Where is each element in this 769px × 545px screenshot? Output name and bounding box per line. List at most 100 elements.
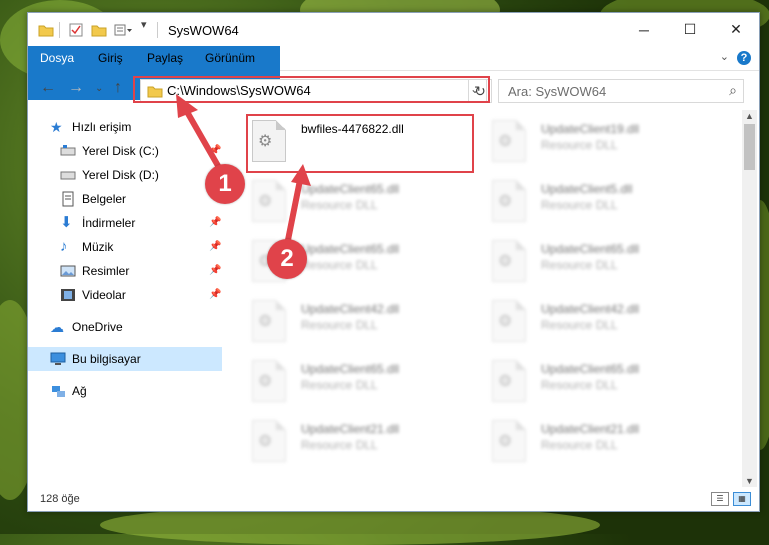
- sidebar-item-label: Bu bilgisayar: [72, 352, 141, 366]
- file-type: Resource DLL: [301, 318, 378, 332]
- sidebar-item-label: OneDrive: [72, 320, 123, 334]
- file-type: Resource DLL: [301, 438, 378, 452]
- sidebar-item-downloads[interactable]: ⬇ İndirmeler: [60, 211, 135, 235]
- sidebar-item-quick-access[interactable]: ★ Hızlı erişim: [50, 115, 131, 139]
- cloud-icon: ☁: [50, 319, 64, 335]
- file-item[interactable]: ⚙ UpdateClient21.dll Resource DLL: [487, 416, 715, 470]
- sidebar-item-videos[interactable]: Videolar: [60, 283, 126, 307]
- file-item[interactable]: ⚙ UpdateClient42.dll Resource DLL: [247, 296, 475, 350]
- ribbon-tabs: Dosya Giriş Paylaş Görünüm ? ⌄: [28, 46, 759, 100]
- recent-locations-icon[interactable]: ⌄: [95, 83, 103, 94]
- sidebar-item-onedrive[interactable]: ☁ OneDrive: [50, 315, 123, 339]
- file-type: Resource DLL: [541, 318, 618, 332]
- sidebar-item-label: Yerel Disk (C:): [82, 144, 159, 158]
- file-type: Resource DLL: [301, 258, 378, 272]
- file-name: UpdateClient65.dll: [301, 362, 400, 376]
- tab-home[interactable]: Giriş: [86, 46, 135, 70]
- vertical-scrollbar[interactable]: ▲ ▼: [742, 110, 757, 487]
- file-item[interactable]: ⚙ UpdateClient65.dll Resource DLL: [247, 356, 475, 410]
- network-icon: [50, 383, 66, 399]
- sidebar-item-label: İndirmeler: [82, 216, 136, 230]
- file-type: Resource DLL: [301, 378, 378, 392]
- music-icon: ♪: [60, 238, 68, 255]
- explorer-window: ▾ SysWOW64 ─ ☐ ✕ Dosya Giriş Paylaş Görü…: [27, 12, 760, 512]
- sidebar-item-local-disk-d[interactable]: Yerel Disk (D:): [60, 163, 159, 187]
- sidebar-item-local-disk-c[interactable]: Yerel Disk (C:): [60, 139, 159, 163]
- file-name: UpdateClient42.dll: [541, 302, 640, 316]
- file-name: UpdateClient21.dll: [541, 422, 640, 436]
- file-type: Resource DLL: [541, 198, 618, 212]
- help-icon[interactable]: ?: [737, 51, 751, 65]
- file-name: UpdateClient42.dll: [301, 302, 400, 316]
- pin-icon[interactable]: 📌: [209, 289, 221, 300]
- chevron-down-icon[interactable]: ▾: [141, 18, 147, 34]
- scroll-down-icon[interactable]: ▼: [745, 476, 754, 486]
- sidebar-item-network[interactable]: Ağ: [50, 379, 87, 403]
- back-arrow-icon[interactable]: ←: [40, 79, 56, 97]
- large-icons-view-icon[interactable]: ▦: [733, 492, 751, 506]
- tab-share[interactable]: Paylaş: [135, 46, 195, 70]
- videos-icon: [60, 287, 76, 303]
- file-item[interactable]: ⚙ UpdateClient5.dll Resource DLL: [487, 176, 715, 230]
- customize-toolbar-icon[interactable]: [114, 22, 134, 38]
- sidebar-item-label: Ağ: [72, 384, 87, 398]
- sidebar-item-label: Videolar: [82, 288, 126, 302]
- search-input[interactable]: Ara: SysWOW64 ⌕: [498, 79, 744, 103]
- file-type: Resource DLL: [541, 258, 618, 272]
- pin-icon[interactable]: 📌: [209, 145, 221, 156]
- file-item[interactable]: ⚙ UpdateClient65.dll Resource DLL: [487, 236, 715, 290]
- file-item[interactable]: ⚙ UpdateClient21.dll Resource DLL: [247, 416, 475, 470]
- file-item[interactable]: ⚙ UpdateClient19.dll Resource DLL: [487, 116, 715, 170]
- file-type: Resource DLL: [541, 378, 618, 392]
- file-name: UpdateClient19.dll: [541, 122, 640, 136]
- sidebar-item-label: Belgeler: [82, 192, 127, 206]
- file-name: UpdateClient65.dll: [541, 362, 640, 376]
- details-view-icon[interactable]: ☰: [711, 492, 729, 506]
- title-bar: ▾ SysWOW64 ─ ☐ ✕: [28, 13, 759, 46]
- scroll-thumb[interactable]: [744, 124, 755, 170]
- up-arrow-icon[interactable]: ↑: [114, 79, 122, 97]
- pin-icon[interactable]: 📌: [209, 241, 221, 252]
- minimize-button[interactable]: ─: [621, 13, 667, 46]
- tab-view[interactable]: Görünüm: [193, 46, 267, 70]
- drive-icon: [60, 143, 76, 159]
- sidebar-item-label: Resimler: [82, 264, 130, 278]
- sidebar-item-label: Yerel Disk (D:): [82, 168, 159, 182]
- gear-icon: ⚙: [498, 133, 513, 150]
- search-icon[interactable]: ⌕: [729, 82, 737, 99]
- pictures-icon: [60, 263, 76, 279]
- file-type: Resource DLL: [301, 198, 378, 212]
- sidebar-item-pictures[interactable]: Resimler: [60, 259, 129, 283]
- file-type: Resource DLL: [541, 138, 618, 152]
- file-item[interactable]: ⚙ UpdateClient65.dll Resource DLL: [247, 176, 475, 230]
- properties-icon[interactable]: [68, 22, 84, 38]
- star-icon: ★: [50, 119, 63, 135]
- gear-icon: ⚙: [498, 373, 513, 390]
- address-highlight-box: [133, 76, 490, 103]
- maximize-button[interactable]: ☐: [667, 13, 713, 46]
- new-folder-icon[interactable]: [91, 22, 107, 38]
- scroll-up-icon[interactable]: ▲: [745, 111, 754, 121]
- file-name: UpdateClient65.dll: [301, 182, 400, 196]
- file-item[interactable]: ⚙ UpdateClient42.dll Resource DLL: [487, 296, 715, 350]
- gear-icon: ⚙: [258, 433, 273, 450]
- pin-icon[interactable]: 📌: [209, 217, 221, 228]
- pin-icon[interactable]: 📌: [209, 265, 221, 276]
- gear-icon: ⚙: [258, 373, 273, 390]
- sidebar-item-this-pc[interactable]: Bu bilgisayar: [28, 347, 222, 371]
- item-count: 128 öğe: [40, 493, 80, 505]
- sidebar-item-documents[interactable]: Belgeler: [60, 187, 126, 211]
- sidebar-item-music[interactable]: ♪ Müzik: [60, 235, 113, 259]
- folder-icon: [38, 25, 54, 37]
- file-item[interactable]: ⚙ UpdateClient65.dll Resource DLL: [487, 356, 715, 410]
- close-button[interactable]: ✕: [713, 13, 759, 46]
- forward-arrow-icon[interactable]: →: [68, 79, 84, 97]
- file-name: UpdateClient65.dll: [301, 242, 400, 256]
- gear-icon: ⚙: [258, 193, 273, 210]
- expand-ribbon-icon[interactable]: ⌄: [720, 50, 729, 63]
- file-name: UpdateClient65.dll: [541, 242, 640, 256]
- documents-icon: [60, 191, 76, 207]
- file-name: UpdateClient5.dll: [541, 182, 633, 196]
- drive-icon: [60, 167, 76, 183]
- status-bar: 128 öğe ☰ ▦: [28, 487, 759, 511]
